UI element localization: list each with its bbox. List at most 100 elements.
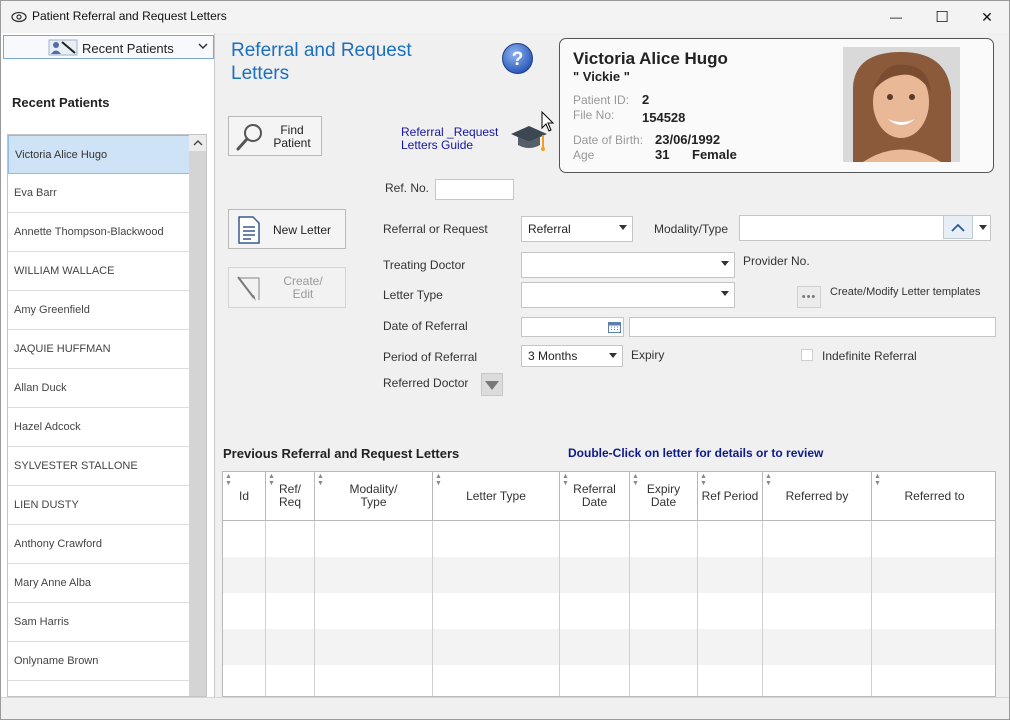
- gender-value: Female: [692, 147, 737, 162]
- column-divider: [265, 521, 266, 697]
- provider-no-label: Provider No.: [743, 254, 810, 268]
- indefinite-referral-checkbox[interactable]: [801, 349, 813, 361]
- create-edit-button[interactable]: Create/ Edit: [228, 267, 346, 308]
- list-item[interactable]: Annette Thompson-Blackwood: [8, 213, 190, 252]
- patient-id-label: Patient ID:: [573, 93, 629, 107]
- title-bar: Patient Referral and Request Letters — ☐…: [1, 1, 1009, 33]
- minimize-button[interactable]: —: [873, 1, 919, 33]
- triangle-down-icon: [485, 381, 499, 390]
- sort-icon: ▲▼: [632, 473, 639, 487]
- close-icon: ✕: [981, 9, 993, 26]
- sort-icon: ▲▼: [765, 473, 772, 487]
- find-patient-button[interactable]: Find Patient: [228, 116, 322, 156]
- list-item[interactable]: Victoria Alice Hugo: [8, 135, 190, 174]
- sort-icon: ▲▼: [225, 473, 232, 487]
- sort-icon: ▲▼: [700, 473, 707, 487]
- referred-doctor-button[interactable]: [481, 373, 503, 396]
- column-header-referred-to[interactable]: ▲▼ Referred to: [872, 472, 996, 521]
- patient-name: Victoria Alice Hugo: [573, 49, 728, 69]
- create-modify-templates-label[interactable]: Create/Modify Letter templates: [830, 286, 980, 298]
- page-title: Referral and Request Letters: [231, 39, 491, 85]
- templates-ellipsis-button[interactable]: •••: [797, 286, 821, 308]
- patient-info-card: Victoria Alice Hugo " Vickie " Patient I…: [559, 38, 994, 173]
- document-icon: [237, 216, 261, 244]
- column-header-ref-req[interactable]: ▲▼ Ref/Req: [266, 472, 315, 521]
- expiry-label: Expiry: [631, 348, 664, 362]
- table-row[interactable]: [223, 629, 996, 665]
- modality-dropdown-button[interactable]: [975, 215, 991, 241]
- eye-icon: [11, 10, 27, 24]
- maximize-button[interactable]: ☐: [919, 1, 965, 33]
- list-item[interactable]: LIEN DUSTY: [8, 486, 190, 525]
- mouse-cursor-icon: [541, 111, 555, 133]
- age-label: Age: [573, 148, 594, 162]
- sort-icon: ▲▼: [874, 473, 881, 487]
- scroll-up-button[interactable]: [189, 135, 206, 151]
- list-item[interactable]: SYLVESTER STALLONE: [8, 447, 190, 486]
- column-divider: [871, 521, 872, 697]
- list-item[interactable]: Mary Anne Alba: [8, 564, 190, 603]
- referred-doctor-label: Referred Doctor: [383, 376, 468, 390]
- column-header-ref-period[interactable]: ▲▼ Ref Period: [698, 472, 763, 521]
- treating-doctor-label: Treating Doctor: [383, 258, 465, 272]
- patient-photo: [843, 47, 960, 162]
- list-item[interactable]: Amy Greenfield: [8, 291, 190, 330]
- list-item[interactable]: Anthony Crawford: [8, 525, 190, 564]
- referral-date-text-input[interactable]: [629, 317, 996, 337]
- column-header-id[interactable]: ▲▼ Id: [223, 472, 266, 521]
- close-button[interactable]: ✕: [964, 1, 1010, 33]
- new-letter-button[interactable]: New Letter: [228, 209, 346, 249]
- table-row[interactable]: [223, 557, 996, 593]
- dob-value: 23/06/1992: [655, 132, 720, 147]
- chevron-up-icon: [193, 139, 203, 147]
- table-row[interactable]: [223, 521, 996, 557]
- list-item[interactable]: Hazel Adcock: [8, 408, 190, 447]
- sort-icon: ▲▼: [562, 473, 569, 487]
- list-item[interactable]: WILLIAM WALLACE: [8, 252, 190, 291]
- recent-patients-combo[interactable]: Recent Patients: [3, 35, 214, 59]
- column-header-expiry-date[interactable]: ▲▼ ExpiryDate: [630, 472, 698, 521]
- sort-icon: ▲▼: [317, 473, 324, 487]
- list-item[interactable]: Onlyname Brown: [8, 642, 190, 681]
- help-icon[interactable]: ?: [501, 42, 534, 75]
- ref-no-input[interactable]: [435, 179, 514, 200]
- age-value: 31: [655, 147, 669, 162]
- list-item[interactable]: JAQUIE HUFFMAN: [8, 330, 190, 369]
- column-header-referral-date[interactable]: ▲▼ ReferralDate: [560, 472, 630, 521]
- dropdown-arrow-icon: [721, 291, 729, 296]
- patient-nickname: " Vickie ": [573, 69, 630, 84]
- list-item[interactable]: Allan Duck: [8, 369, 190, 408]
- dropdown-arrow-icon: [609, 353, 617, 358]
- window-title: Patient Referral and Request Letters: [32, 9, 227, 23]
- ellipsis-icon: •••: [802, 291, 817, 303]
- referral-or-request-select[interactable]: Referral: [521, 216, 633, 242]
- patients-icon: [48, 39, 78, 56]
- column-divider: [559, 521, 560, 697]
- column-header-letter-type[interactable]: ▲▼ Letter Type: [433, 472, 560, 521]
- period-of-referral-select[interactable]: 3 Months: [521, 345, 623, 367]
- dropdown-arrow-icon: [979, 225, 987, 230]
- letter-type-select[interactable]: [521, 282, 735, 308]
- list-item[interactable]: Sam Harris: [8, 603, 190, 642]
- indefinite-referral-label: Indefinite Referral: [822, 349, 917, 363]
- chevron-down-icon: [197, 40, 209, 52]
- dropdown-arrow-icon: [721, 261, 729, 266]
- treating-doctor-select[interactable]: [521, 252, 735, 278]
- patient-id-value: 2: [642, 92, 649, 107]
- table-row[interactable]: [223, 665, 996, 697]
- minimize-icon: —: [890, 10, 902, 24]
- previous-letters-heading: Previous Referral and Request Letters: [223, 446, 459, 461]
- column-divider: [629, 521, 630, 697]
- table-row[interactable]: [223, 593, 996, 629]
- ref-no-label: Ref. No.: [385, 181, 429, 195]
- calendar-icon[interactable]: [608, 321, 621, 333]
- patient-list-scrollbar[interactable]: [189, 135, 206, 696]
- modality-expand-button[interactable]: [943, 215, 973, 239]
- sort-icon: ▲▼: [268, 473, 275, 487]
- referral-guide-link[interactable]: Referral _Request Letters Guide: [401, 126, 498, 152]
- column-header-referred-by[interactable]: ▲▼ Referred by: [763, 472, 872, 521]
- column-header-modality[interactable]: ▲▼ Modality/Type: [315, 472, 433, 521]
- dropdown-arrow-icon: [619, 225, 627, 230]
- maximize-icon: ☐: [935, 8, 948, 26]
- list-item[interactable]: Eva Barr: [8, 174, 190, 213]
